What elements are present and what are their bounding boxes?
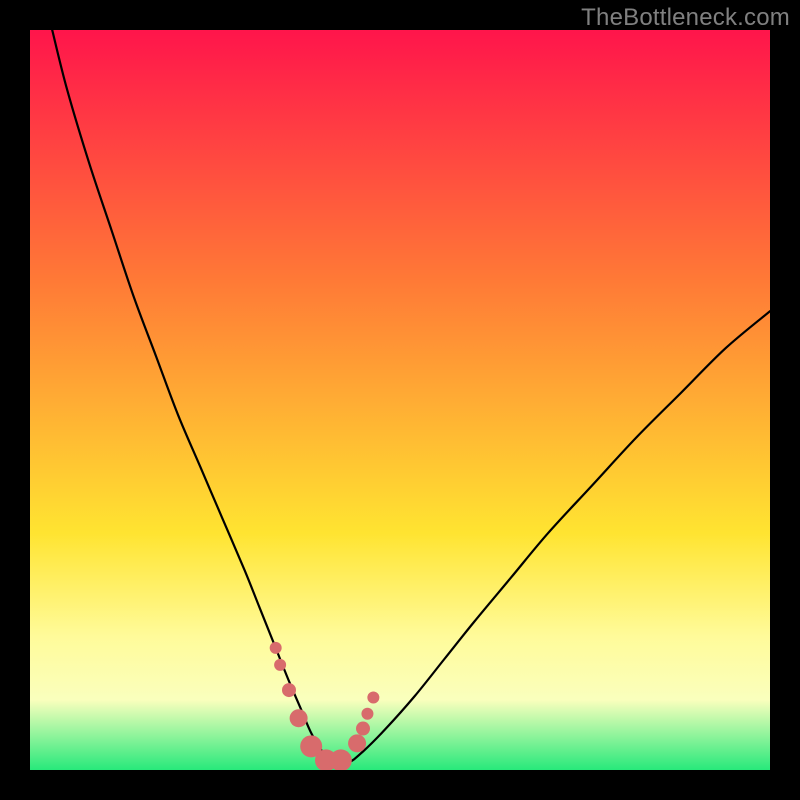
marker-point bbox=[367, 691, 379, 703]
marker-point bbox=[270, 642, 282, 654]
marker-point bbox=[274, 659, 286, 671]
watermark-text: TheBottleneck.com bbox=[581, 4, 790, 32]
marker-point bbox=[361, 708, 373, 720]
bottleneck-chart bbox=[30, 30, 770, 770]
marker-point bbox=[282, 683, 296, 697]
marker-point bbox=[290, 709, 308, 727]
chart-background bbox=[30, 30, 770, 770]
chart-frame: TheBottleneck.com bbox=[0, 0, 800, 800]
marker-point bbox=[348, 734, 366, 752]
marker-point bbox=[356, 722, 370, 736]
